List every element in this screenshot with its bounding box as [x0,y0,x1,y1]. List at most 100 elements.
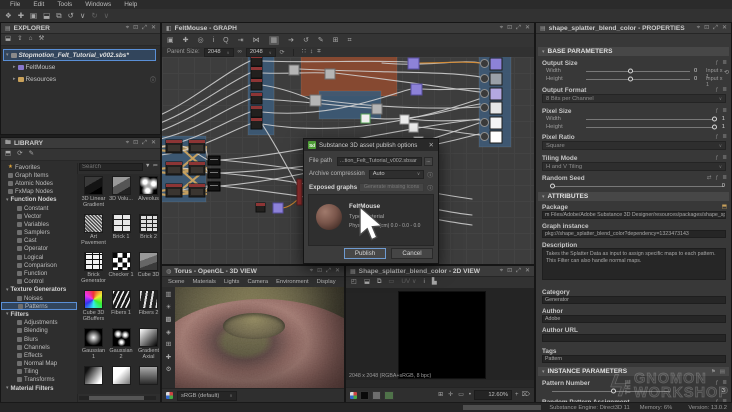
graph-node-purple[interactable] [407,57,420,70]
section-icon[interactable]: ▤ [720,369,725,375]
save-icon[interactable]: ⬓ [364,279,370,286]
param-icon[interactable]: ƒ [715,380,718,386]
library-item-fibers-2[interactable]: Fibers 2 [135,290,160,316]
slider-knob[interactable] [712,116,717,122]
light-icon[interactable]: ☀ [166,304,172,312]
maximize-icon[interactable]: ⤢ [142,140,147,146]
pin-icon[interactable]: ⌖ [697,25,700,31]
image-icon[interactable]: ▩ [165,316,171,324]
field[interactable]: Adobe [542,315,726,323]
library-item-gaussian-2[interactable]: Gaussian 2 [108,328,135,360]
maximize-icon[interactable]: ⤢ [142,25,147,31]
library-tree-item-samplers[interactable]: Samplers [1,229,77,237]
library-tree-item-comparison[interactable]: Comparison [1,261,77,269]
bg-icon[interactable]: ▭ [388,279,394,286]
trash-icon[interactable]: ⌦ [522,392,530,398]
view3d-menu-display[interactable]: Display [317,279,336,285]
param-icon[interactable]: ⇄ [707,175,712,181]
param-icon[interactable]: ≣ [722,134,727,140]
pin-icon[interactable]: ⌖ [126,25,129,31]
section-icon[interactable]: ⚑ [711,369,716,375]
section-base-parameters[interactable]: ▾ BASE PARAMETERS [538,47,729,56]
app-icon[interactable]: ❖ [5,12,12,20]
pin-icon[interactable]: ⌖ [500,268,503,274]
close-icon[interactable]: ✕ [722,25,727,31]
edit-icon[interactable]: ✎ [29,151,34,158]
library-item-gaussian-1[interactable]: Gaussian 1 [80,328,107,360]
explorer-item-resources[interactable]: ▸ Resources ⓘ [13,74,156,84]
field[interactable] [542,334,726,342]
graph-node-black[interactable] [207,155,221,166]
param-icon[interactable]: ƒ [715,175,718,181]
library-item-brick-1[interactable]: Brick 1 [108,214,135,240]
description-textarea[interactable]: Takes the Splatter Data as input to assi… [542,248,726,280]
library-tree-item-adjustments[interactable]: Adjustments [1,319,77,327]
close-icon[interactable]: ✕ [335,268,340,274]
display-icon[interactable]: ▦ [268,36,280,45]
param-icon[interactable]: ≣ [722,175,727,181]
library-tree-item-cast[interactable]: Cast [1,237,77,245]
library-item-partial[interactable] [135,366,160,386]
slider-knob[interactable] [627,76,633,82]
vswap-icon[interactable]: ↕ [310,48,313,56]
colorspace-select[interactable]: sRGB (default) ∨ [177,390,237,401]
redo-caret-icon[interactable]: ∨ [104,12,110,20]
caret-right-icon[interactable]: ▸ [13,76,16,82]
dialog-close-icon[interactable]: ✕ [429,141,434,149]
graph-node-purple[interactable] [272,202,284,214]
link-icon[interactable]: ⋈ [253,37,260,44]
dock-icon[interactable]: ⊡ [133,140,138,146]
filter-icon[interactable]: ▼ [145,164,150,170]
generate-icons-button[interactable]: Generate missing icons [358,182,425,192]
gray-swatch[interactable] [372,390,381,400]
archive-dropdown[interactable]: Auto ∨ [368,169,425,179]
output-node[interactable] [489,101,503,115]
close-icon[interactable]: ✕ [525,268,530,274]
slider-track[interactable] [586,127,714,128]
section-instance-parameters[interactable]: ▾ INSTANCE PARAMETERS ⚑ ▤ [538,367,729,376]
save-icon[interactable]: ⬓ [5,36,11,43]
graph-node-white[interactable] [408,122,419,133]
uv-toggle[interactable]: UV ∨ [401,279,416,286]
slider-track[interactable] [586,71,690,72]
library-tree-item-constant[interactable]: Constant [1,204,77,212]
view3d-viewport[interactable] [175,287,344,389]
view3d-menu-scene[interactable]: Scene [168,279,184,285]
publish-button[interactable]: Publish [344,248,386,259]
dropdown-h-and-v-tiling[interactable]: H and V Tiling ∨ [542,162,726,171]
library-tree-item-transforms[interactable]: Transforms [1,376,77,384]
graph-node-gray[interactable] [288,64,300,76]
slider-knob[interactable] [712,124,717,130]
graph-node-purple[interactable] [410,83,423,96]
maximize-icon[interactable]: ⤢ [516,25,521,31]
library-tree-item-channels[interactable]: Channels [1,343,77,351]
pin-icon[interactable]: ⌖ [126,140,129,146]
maximize-icon[interactable]: ⤢ [713,25,718,31]
library-tree-item-control[interactable]: Control [1,278,77,286]
pointer-icon[interactable]: ✛ [448,392,453,398]
graph-node-white[interactable] [399,114,410,125]
library-tree-item-function[interactable]: Function [1,269,77,277]
tiling-icon[interactable]: ⊞ [438,392,443,398]
link-size-icon[interactable]: ∞ [238,49,242,55]
fit-icon[interactable]: ◰ [351,279,357,286]
library-tree-item-effects[interactable]: Effects [1,351,77,359]
library-item-3d-volu-[interactable]: 3D Volu... [108,176,135,202]
library-item-gradient-axial[interactable]: Gradient Axial [135,328,160,360]
focus-icon[interactable]: ◎ [198,37,204,44]
tools-icon[interactable]: ⚒ [39,36,45,43]
sync-icon[interactable]: ⟳ [17,151,22,158]
explorer-item-package[interactable]: ▾ Stopmotion_Felt_Tutorial_v002.sbs* [3,49,156,61]
param-icon[interactable]: ≣ [722,87,727,93]
library-item-alveolus[interactable]: Alveolus [135,176,160,202]
output-node[interactable] [489,72,503,86]
graph-node-green[interactable] [360,113,371,124]
output-node[interactable] [489,87,503,101]
param-icon[interactable]: ƒ [715,108,718,114]
library-item-checker-1[interactable]: Checker 1 [108,252,135,278]
param-icon[interactable]: ≣ [722,60,727,66]
library-item-partial[interactable] [108,366,135,386]
output-dot[interactable] [480,132,489,141]
save-button[interactable]: ⬓ [43,12,50,20]
browse-button[interactable]: ... [424,156,433,166]
